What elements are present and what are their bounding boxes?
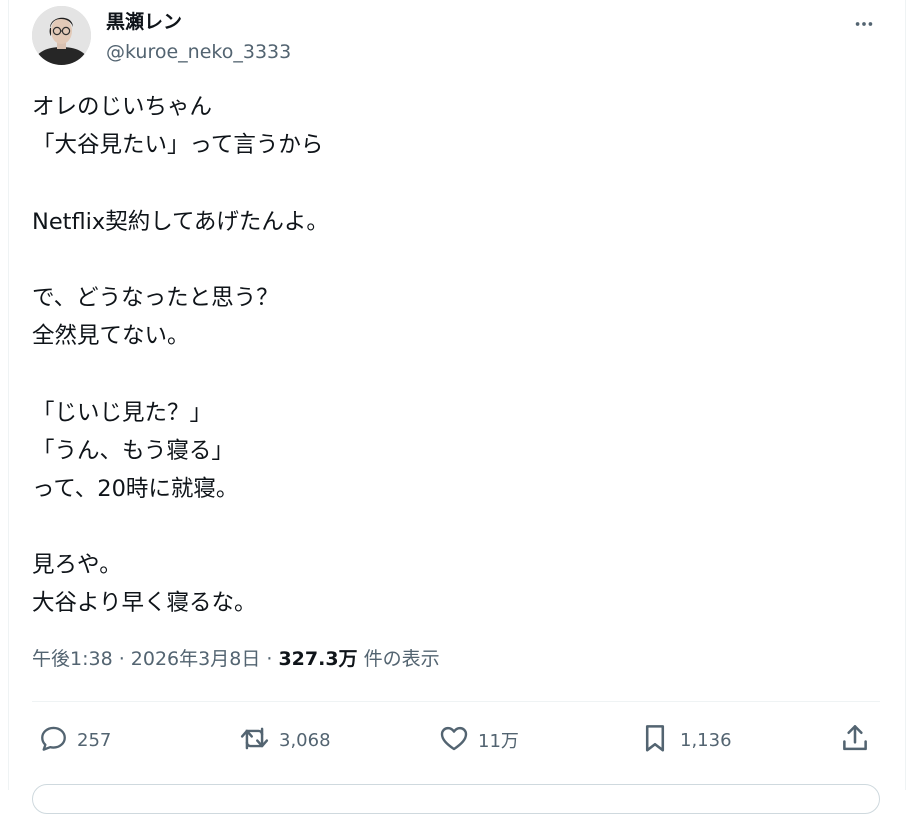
like-button[interactable]: 11万 bbox=[438, 718, 519, 762]
more-button[interactable] bbox=[846, 8, 882, 44]
share-button[interactable] bbox=[838, 718, 872, 762]
retweet-icon bbox=[238, 722, 271, 759]
more-icon bbox=[853, 13, 875, 39]
tweet-line: 「大谷見たい」って言うから bbox=[32, 132, 324, 159]
tweet-line: 「うん、もう寝る」 bbox=[32, 437, 234, 464]
heart-icon bbox=[438, 722, 470, 758]
reply-button[interactable]: 257 bbox=[38, 718, 111, 762]
tweet-header: 黒瀬レン @kuroe_neko_3333 bbox=[32, 6, 884, 66]
avatar[interactable] bbox=[32, 6, 91, 65]
author-handle[interactable]: @kuroe_neko_3333 bbox=[106, 40, 291, 64]
tweet-line bbox=[32, 355, 872, 393]
like-count: 11万 bbox=[478, 731, 519, 752]
tweet-line: オレのじいちゃん bbox=[32, 94, 213, 120]
tweet-line: 見ろや。 bbox=[32, 552, 122, 579]
reply-count: 257 bbox=[77, 729, 112, 751]
meta-separator: · bbox=[260, 648, 279, 670]
avatar-image bbox=[32, 6, 91, 65]
tweet-line bbox=[32, 508, 872, 546]
reply-icon bbox=[38, 723, 69, 758]
bookmark-count: 1,136 bbox=[680, 729, 732, 751]
view-count: 327.3万 bbox=[278, 648, 358, 670]
tweet-line bbox=[32, 164, 872, 202]
tweet-line: で、どうなったと思う？ bbox=[32, 284, 279, 311]
view-count-label: 件の表示 bbox=[357, 648, 440, 670]
divider bbox=[32, 701, 880, 702]
tweet-meta: 午後1:38 · 2026年3月8日 · 327.3万 件の表示 bbox=[32, 645, 440, 673]
tweet-text: オレのじいちゃん 「大谷見たい」って言うから Netflix契約してあげたんよ。… bbox=[32, 88, 872, 623]
bookmark-icon bbox=[638, 721, 672, 759]
tweet-line: 大谷より早く寝るな。 bbox=[32, 590, 257, 617]
tweet-line: 全然見てない。 bbox=[32, 323, 190, 350]
bookmark-button[interactable]: 1,136 bbox=[638, 718, 732, 762]
tweet-line: って、20時に就寝。 bbox=[32, 475, 239, 502]
tweet-date[interactable]: 2026年3月8日 bbox=[131, 648, 261, 670]
action-bar: 257 3,068 11万 1,136 bbox=[32, 718, 880, 762]
reply-compose-box[interactable] bbox=[32, 784, 880, 814]
share-icon bbox=[838, 721, 872, 759]
tweet-line: Netflix契約してあげたんよ。 bbox=[32, 208, 329, 235]
retweet-count: 3,068 bbox=[279, 729, 331, 751]
author-name[interactable]: 黒瀬レン bbox=[106, 10, 182, 34]
tweet-line: 「じいじ見た？」 bbox=[32, 399, 213, 426]
meta-separator: · bbox=[112, 648, 131, 670]
tweet-time[interactable]: 午後1:38 bbox=[32, 648, 113, 670]
tweet-line bbox=[32, 241, 872, 279]
retweet-button[interactable]: 3,068 bbox=[238, 718, 331, 762]
